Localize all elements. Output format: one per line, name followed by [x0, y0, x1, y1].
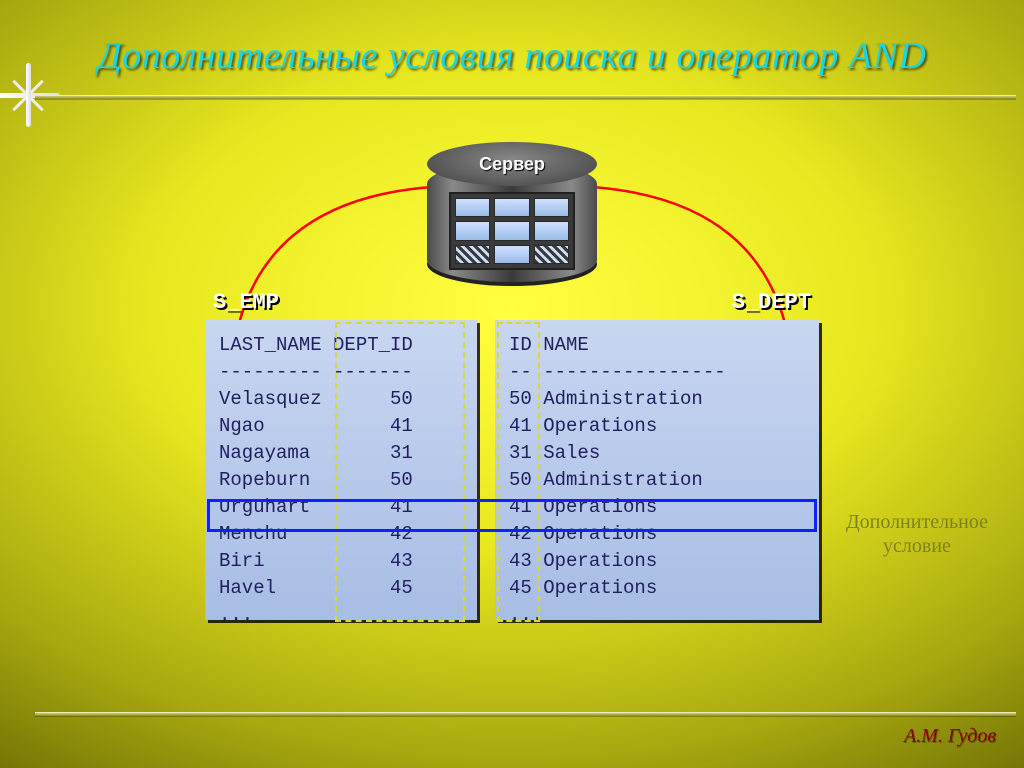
- table-label-s-emp: S_EMP: [213, 290, 279, 315]
- table-panel-s-dept: ID NAME -- ---------------- 50 Administr…: [495, 320, 819, 620]
- server-label: Сервер: [427, 142, 597, 186]
- divider-bottom: [35, 712, 1016, 716]
- side-note: Дополнительное условие: [832, 510, 1002, 558]
- divider-top: [35, 95, 1016, 99]
- table-label-s-dept: S_DEPT: [732, 290, 811, 315]
- author-credit: А.М. Гудов: [904, 725, 996, 748]
- server-icon: Сервер: [427, 142, 597, 282]
- table-panel-s-emp: LAST_NAME DEPT_ID --------- ------- Vela…: [205, 320, 477, 620]
- slide-title: Дополнительные условия поиска и оператор…: [0, 34, 1024, 78]
